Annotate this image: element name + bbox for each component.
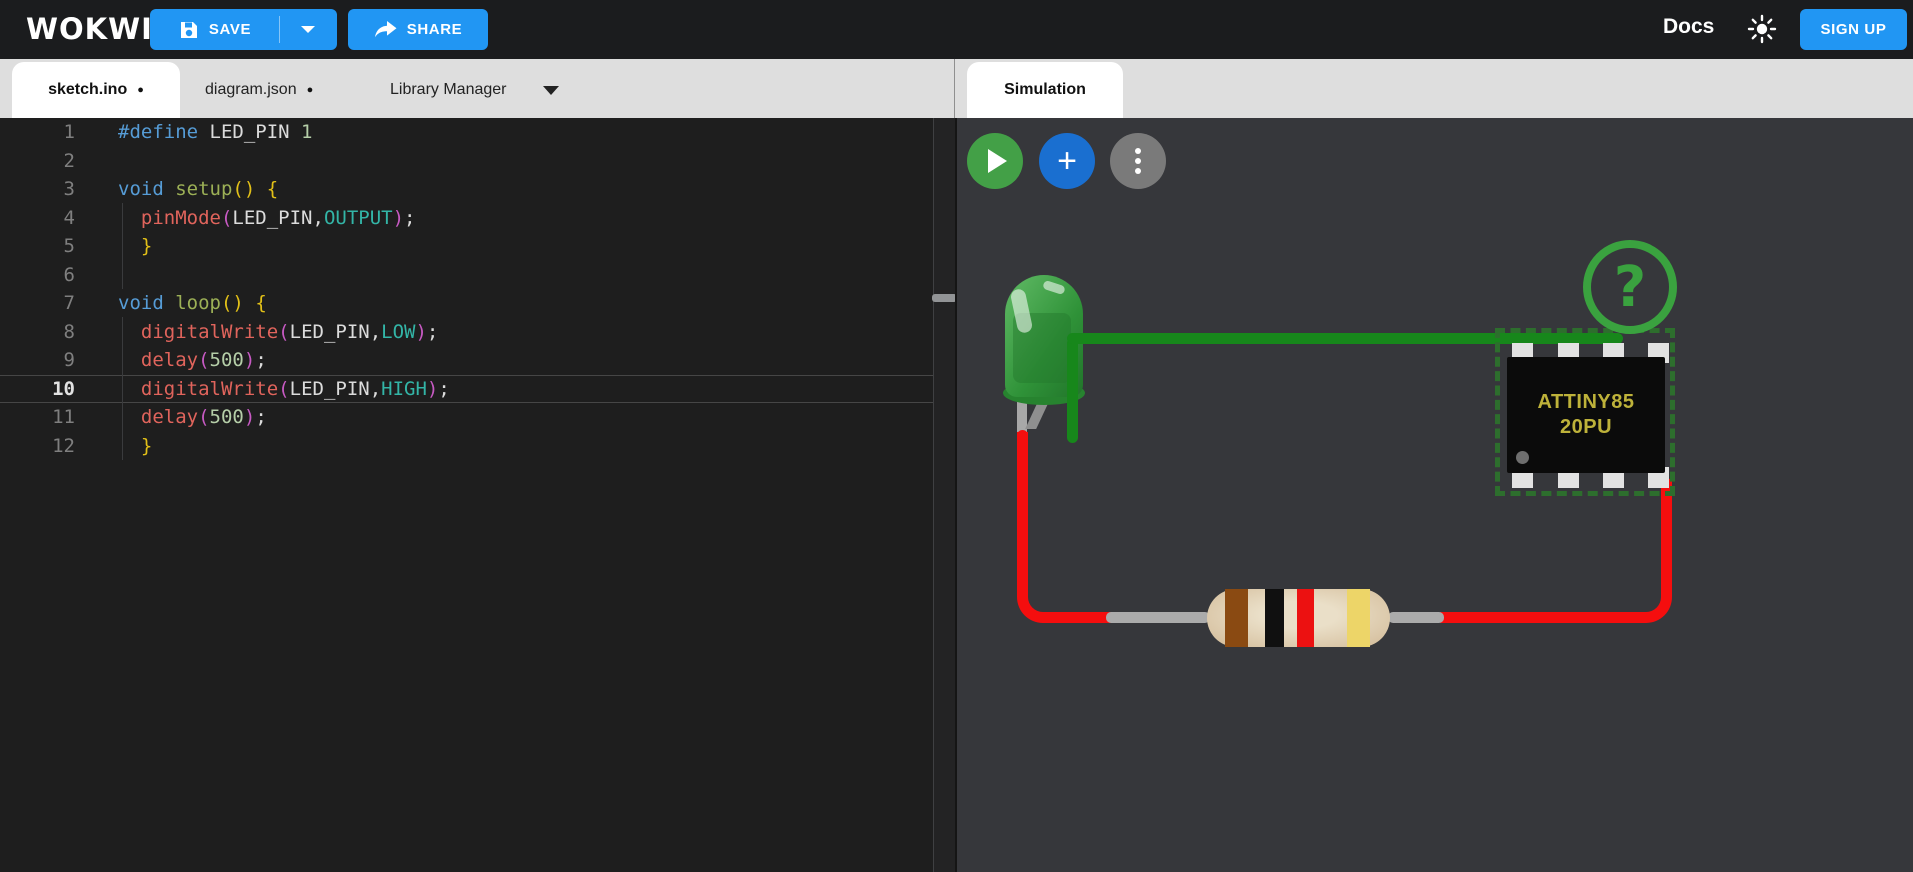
chip-label-line2: 20PU	[1560, 415, 1612, 440]
line-code: delay(500);	[75, 349, 267, 371]
resistor-component[interactable]	[1207, 589, 1390, 647]
line-number: 6	[0, 264, 75, 286]
tab-library-label: Library Manager	[390, 81, 507, 99]
save-button[interactable]: SAVE	[150, 9, 337, 50]
line-code: digitalWrite(LED_PIN,HIGH);	[75, 378, 450, 400]
resistor-lead-right	[1388, 612, 1444, 623]
led-highlight	[1042, 280, 1066, 295]
code-line-11[interactable]: 11 delay(500);	[0, 403, 933, 432]
docs-link[interactable]: Docs	[1663, 15, 1714, 39]
plus-icon: +	[1057, 142, 1077, 181]
code-line-7[interactable]: 7void loop() {	[0, 289, 933, 318]
wire-red-left-end	[1017, 430, 1028, 444]
line-number: 5	[0, 235, 75, 257]
line-number: 8	[0, 321, 75, 343]
code-line-12[interactable]: 12 }	[0, 432, 933, 461]
code-line-10[interactable]: 10 digitalWrite(LED_PIN,HIGH);	[0, 375, 933, 404]
sign-up-label: SIGN UP	[1821, 21, 1887, 38]
unsaved-dot-icon: ●	[137, 84, 144, 96]
panel-resize-handle[interactable]	[932, 294, 957, 302]
line-code: digitalWrite(LED_PIN,LOW);	[75, 321, 438, 343]
indent-guide	[122, 317, 123, 460]
tab-sketch-ino[interactable]: sketch.ino ●	[12, 62, 180, 118]
code-line-4[interactable]: 4 pinMode(LED_PIN,OUTPUT);	[0, 204, 933, 233]
editor-scrollbar-gutter[interactable]	[933, 118, 955, 872]
unsaved-dot-icon: ●	[307, 84, 314, 96]
add-part-button[interactable]: +	[1039, 133, 1095, 189]
panel-divider-top	[954, 59, 955, 118]
share-arrow-icon	[374, 21, 397, 38]
line-code: }	[75, 435, 152, 457]
code-line-6[interactable]: 6	[0, 261, 933, 290]
indent-guide	[122, 203, 123, 289]
wire-red-right[interactable]	[1440, 480, 1672, 623]
tab-diagram-label: diagram.json	[205, 81, 297, 99]
line-number: 12	[0, 435, 75, 457]
tab-simulation-label: Simulation	[1004, 81, 1086, 99]
top-bar: WOKWI SAVE SHARE Docs	[0, 0, 1913, 59]
code-line-9[interactable]: 9 delay(500);	[0, 346, 933, 375]
sign-up-button[interactable]: SIGN UP	[1800, 9, 1907, 50]
code-line-1[interactable]: 1#define LED_PIN 1	[0, 118, 933, 147]
code-line-5[interactable]: 5 }	[0, 232, 933, 261]
code-line-2[interactable]: 2	[0, 147, 933, 176]
tab-sketch-label: sketch.ino	[48, 81, 127, 99]
save-button-main[interactable]: SAVE	[151, 20, 279, 40]
share-label: SHARE	[407, 21, 463, 38]
play-icon	[988, 149, 1007, 173]
line-code: void loop() {	[75, 292, 267, 314]
help-question-icon[interactable]: ?	[1583, 240, 1677, 334]
resistor-band-2	[1265, 589, 1284, 647]
line-number: 10	[0, 378, 75, 400]
resistor-band-1	[1225, 589, 1248, 647]
resistor-lead-left	[1106, 612, 1210, 623]
line-code: pinMode(LED_PIN,OUTPUT);	[75, 207, 415, 229]
line-code: void setup() {	[75, 178, 278, 200]
line-number: 9	[0, 349, 75, 371]
resistor-band-4	[1347, 589, 1370, 647]
line-code: }	[75, 235, 152, 257]
wire-green-vertical[interactable]	[1067, 338, 1078, 443]
line-number: 3	[0, 178, 75, 200]
chevron-down-icon	[543, 86, 559, 95]
line-code: delay(500);	[75, 406, 267, 428]
ellipsis-dot	[1135, 168, 1141, 174]
line-number: 11	[0, 406, 75, 428]
tab-library-manager[interactable]: Library Manager	[390, 62, 559, 118]
resistor-band-3	[1297, 589, 1314, 647]
wokwi-app: WOKWI SAVE SHARE Docs	[0, 0, 1913, 872]
code-editor[interactable]: 1#define LED_PIN 123void setup() {4 pinM…	[0, 118, 933, 872]
save-dropdown-button[interactable]	[280, 26, 336, 33]
ellipsis-dot	[1135, 148, 1141, 154]
ellipsis-dot	[1135, 158, 1141, 164]
chip-pin1-dot	[1516, 451, 1529, 464]
wire-red-left[interactable]	[1017, 432, 1117, 623]
line-number: 4	[0, 207, 75, 229]
chevron-down-icon	[301, 26, 315, 33]
save-label: SAVE	[209, 21, 251, 38]
tab-diagram-json[interactable]: diagram.json ●	[205, 62, 313, 118]
question-glyph: ?	[1614, 255, 1646, 320]
share-button[interactable]: SHARE	[348, 9, 488, 50]
simulation-menu-button[interactable]	[1110, 133, 1166, 189]
attiny85-chip[interactable]: ATTINY85 20PU	[1507, 357, 1665, 473]
floppy-save-icon	[179, 20, 199, 40]
sun-icon	[1747, 14, 1777, 44]
theme-toggle-button[interactable]	[1747, 14, 1777, 44]
code-line-8[interactable]: 8 digitalWrite(LED_PIN,LOW);	[0, 318, 933, 347]
line-number: 2	[0, 150, 75, 172]
start-simulation-button[interactable]	[967, 133, 1023, 189]
line-number: 1	[0, 121, 75, 143]
tab-simulation[interactable]: Simulation	[967, 62, 1123, 118]
line-number: 7	[0, 292, 75, 314]
chip-label-line1: ATTINY85	[1538, 390, 1635, 415]
wokwi-logo[interactable]: WOKWI	[26, 12, 153, 46]
line-code: #define LED_PIN 1	[75, 121, 312, 143]
code-line-3[interactable]: 3void setup() {	[0, 175, 933, 204]
